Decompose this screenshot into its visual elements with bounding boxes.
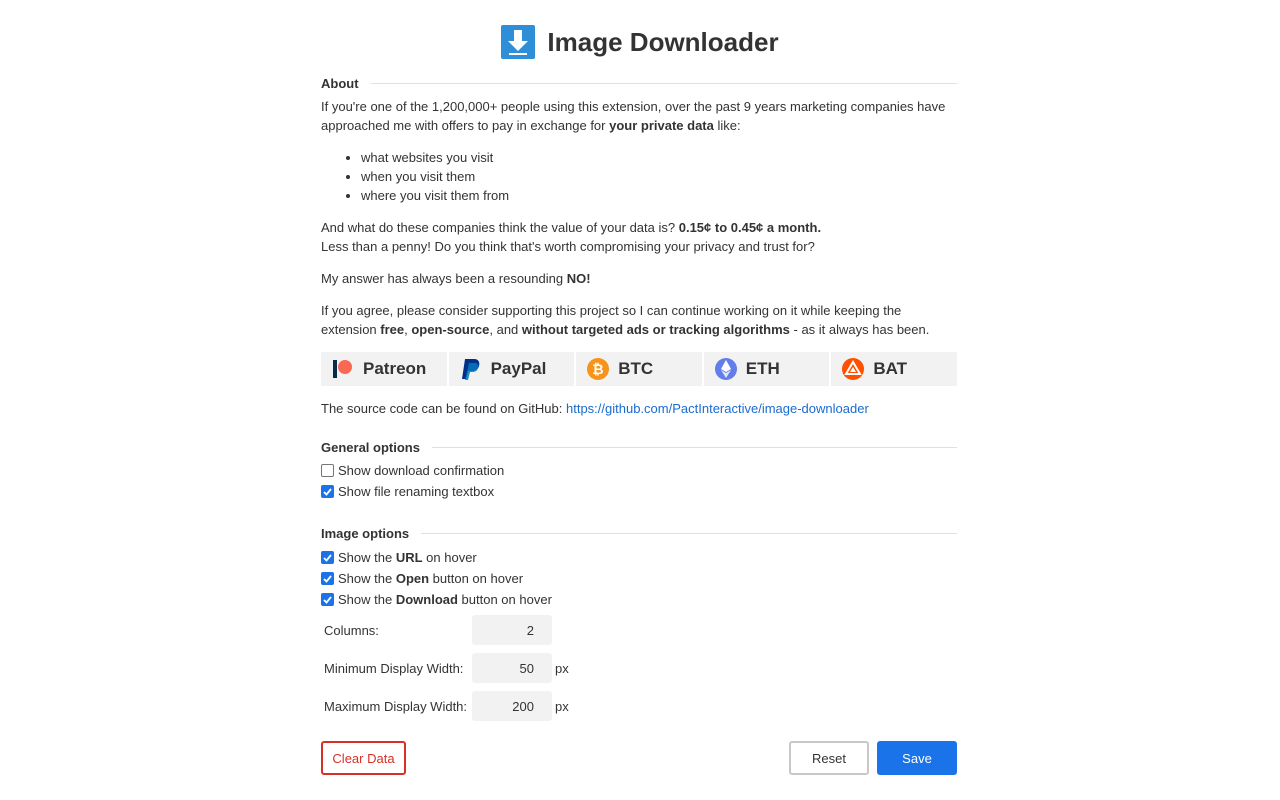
bold-text: open-source [411,322,490,337]
checkbox-show-url[interactable] [321,551,334,564]
option-show-download[interactable]: Show the Download button on hover [321,589,957,610]
options-page: Image Downloader About If you're one of … [0,0,1280,800]
bat-icon [841,357,865,381]
checkbox-download-confirmation[interactable] [321,464,334,477]
divider [421,532,957,534]
columns-row: Columns: [321,615,957,645]
image-section-heading: Image options [321,524,957,542]
privacy-list: what websites you visit when you visit t… [321,148,957,205]
text: - as it always has been. [789,322,930,337]
min-width-unit: px [555,660,569,676]
page-header: Image Downloader [0,22,1280,62]
option-file-renaming[interactable]: Show file renaming textbox [321,481,957,502]
option-show-url[interactable]: Show the URL on hover [321,547,957,568]
btc-button[interactable]: ₿ BTC [576,352,702,386]
about-paragraph-2: And what do these companies think the va… [321,218,957,256]
text: The source code can be found on GitHub: [321,401,566,416]
download-arrow-icon [501,25,536,59]
paypal-button[interactable]: PayPal [448,352,575,386]
text: , and [489,322,522,337]
patreon-icon [331,357,355,381]
about-section-heading: About [321,74,957,92]
text: And what do these companies think the va… [321,220,679,235]
option-download-confirmation[interactable]: Show download confirmation [321,460,957,481]
bold-text: your private data [609,118,714,133]
patreon-button[interactable]: Patreon [321,352,447,386]
eth-button[interactable]: ETH [703,352,830,386]
list-item: when you visit them [361,167,957,186]
text: My answer has always been a resounding [321,271,567,286]
options-content: About If you're one of the 1,200,000+ pe… [321,74,957,721]
ethereum-icon [714,357,738,381]
save-button[interactable]: Save [877,741,957,775]
bold-text: NO! [566,271,591,286]
max-width-row: Maximum Display Width: px [321,691,957,721]
text: Less than a penny! Do you think that's w… [321,239,815,254]
min-width-row: Minimum Display Width: px [321,653,957,683]
min-width-label: Minimum Display Width: [324,660,464,676]
list-item: where you visit them from [361,186,957,205]
image-size-options: Columns: Minimum Display Width: px Maxim… [321,615,957,721]
about-heading: About [321,75,359,91]
reset-button[interactable]: Reset [789,741,869,775]
btc-label: BTC [618,359,654,378]
columns-input[interactable] [472,615,552,645]
bold-text: free [380,322,405,337]
bold-text: 0.15¢ to 0.45¢ a month. [678,220,822,235]
bat-button[interactable]: BAT [831,352,957,386]
about-paragraph-4: If you agree, please consider supporting… [321,301,957,339]
page-title: Image Downloader [547,26,779,57]
image-options-list: Show the URL on hover Show the Open butt… [321,547,957,610]
max-width-label: Maximum Display Width: [324,698,468,714]
paypal-label: PayPal [490,359,547,378]
about-paragraph-3: My answer has always been a resounding N… [321,269,957,288]
github-link[interactable]: https://github.com/PactInteractive/image… [566,401,869,416]
general-section-heading: General options [321,438,957,456]
option-show-open[interactable]: Show the Open button on hover [321,568,957,589]
general-heading: General options [321,439,420,455]
divider [431,446,957,448]
svg-text:₿: ₿ [592,361,603,377]
min-width-input[interactable] [472,653,552,683]
max-width-input[interactable] [472,691,552,721]
general-options-list: Show download confirmation Show file ren… [321,460,957,502]
donate-buttons: Patreon PayPal ₿ BTC ETH BAT [321,352,957,386]
image-heading: Image options [321,525,410,541]
option-label: Show the URL on hover [338,550,477,565]
max-width-unit: px [555,698,569,714]
paypal-icon [459,357,483,381]
divider [370,82,957,84]
bold-text: without targeted ads or tracking algorit… [521,322,790,337]
eth-label: ETH [745,359,780,378]
bitcoin-icon: ₿ [586,357,610,381]
patreon-label: Patreon [363,359,427,378]
option-label: Show file renaming textbox [338,484,495,499]
checkbox-show-open[interactable] [321,572,334,585]
option-label: Show the Download button on hover [338,592,552,607]
checkbox-show-download[interactable] [321,593,334,606]
columns-label: Columns: [324,622,379,638]
list-item: what websites you visit [361,148,957,167]
option-label: Show the Open button on hover [338,571,524,586]
about-paragraph-1: If you're one of the 1,200,000+ people u… [321,97,957,135]
option-label: Show download confirmation [338,463,505,478]
text: like: [713,118,741,133]
source-code-line: The source code can be found on GitHub: … [321,399,957,418]
clear-data-button[interactable]: Clear Data [321,741,406,775]
bat-label: BAT [873,359,908,378]
checkbox-file-renaming[interactable] [321,485,334,498]
